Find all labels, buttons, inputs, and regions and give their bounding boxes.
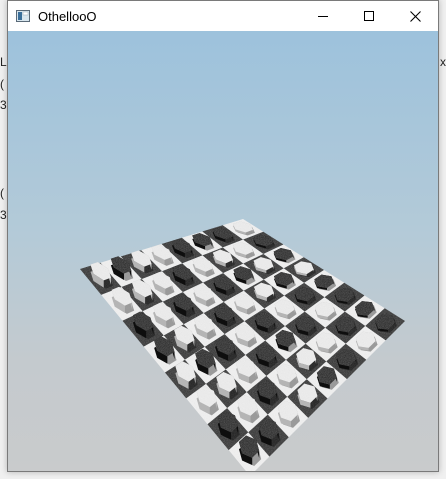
minimize-icon	[318, 16, 328, 17]
app-window: OthellooO	[7, 0, 439, 472]
othello-board[interactable]	[8, 31, 438, 471]
game-viewport[interactable]	[8, 31, 438, 471]
maximize-icon	[364, 11, 374, 21]
window-title: OthellooO	[38, 9, 97, 24]
background-text-fragment: 3	[0, 98, 7, 112]
background-text-fragment: 3	[0, 208, 7, 222]
close-icon	[409, 10, 421, 22]
minimize-button[interactable]	[300, 1, 346, 31]
background-text-fragment: L	[0, 55, 7, 69]
title-bar[interactable]: OthellooO	[8, 1, 438, 31]
background-text-fragment: (	[0, 77, 4, 91]
background-text-fragment: (	[0, 186, 4, 200]
close-button[interactable]	[392, 1, 438, 31]
background-text-fragment: x	[440, 55, 446, 69]
app-window-icon	[16, 9, 30, 22]
maximize-button[interactable]	[346, 1, 392, 31]
